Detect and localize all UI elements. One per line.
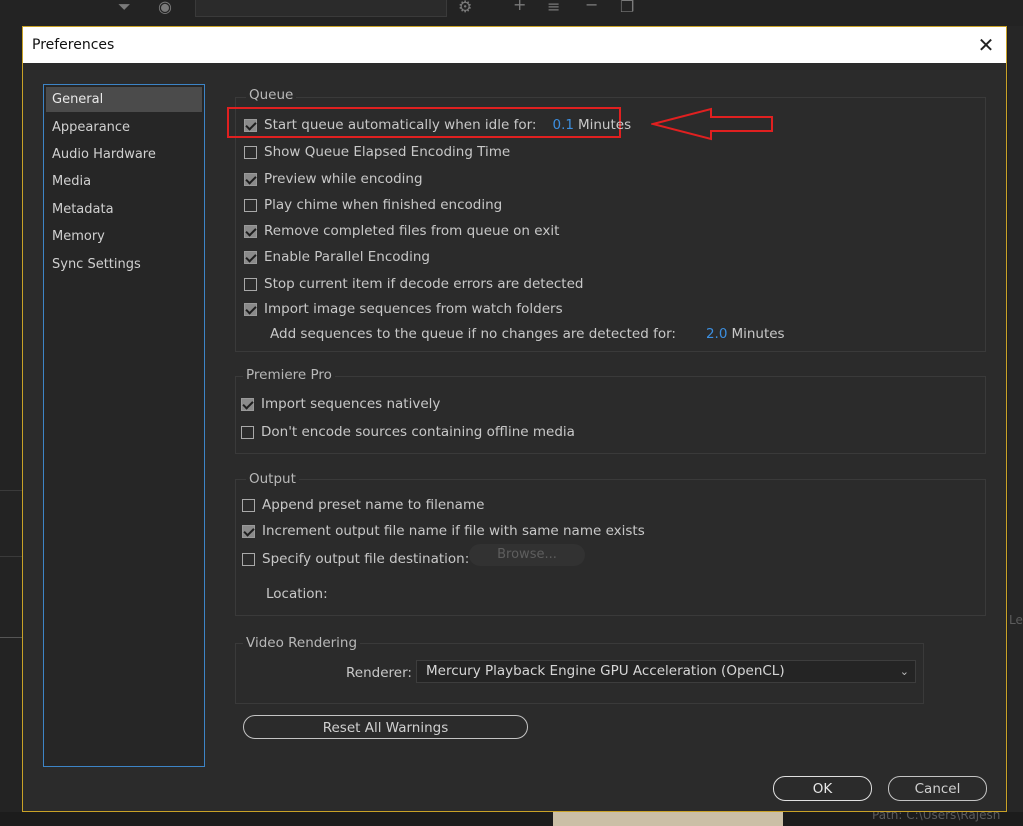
dont-encode-offline-checkbox[interactable]	[241, 425, 254, 439]
specify-destination-checkbox[interactable]	[242, 552, 255, 566]
title-bar: Preferences ✕	[23, 27, 1006, 63]
queue-group-title: Queue	[246, 87, 297, 103]
start-queue-auto-row: Start queue automatically when idle for:…	[244, 117, 631, 133]
location-label: Location:	[266, 586, 328, 602]
start-queue-auto-checkbox[interactable]	[244, 118, 257, 132]
browse-button: Browse...	[469, 544, 585, 566]
import-natively-label: Import sequences natively	[261, 396, 441, 412]
import-natively-checkbox[interactable]	[241, 397, 254, 411]
idle-minutes-value[interactable]: 0.1	[552, 117, 573, 133]
remove-completed-label: Remove completed files from queue on exi…	[264, 223, 560, 239]
parallel-encoding-label: Enable Parallel Encoding	[264, 249, 430, 265]
dont-encode-offline-label: Don't encode sources containing offline …	[261, 424, 575, 440]
preview-row: Preview while encoding	[244, 171, 423, 187]
append-preset-row: Append preset name to filename	[242, 497, 484, 513]
renderer-dropdown[interactable]: Mercury Playback Engine GPU Acceleration…	[416, 660, 916, 683]
close-icon[interactable]: ✕	[973, 32, 999, 58]
duplicate-icon: ❐	[620, 0, 635, 16]
dont-encode-offline-row: Don't encode sources containing offline …	[241, 424, 575, 440]
add-sequences-value[interactable]: 2.0	[706, 326, 727, 342]
sidebar-item-general[interactable]: General	[46, 87, 202, 112]
background-bottom-panel	[0, 812, 1023, 826]
background-left-panel	[0, 26, 22, 826]
start-queue-auto-label: Start queue automatically when idle for:	[264, 117, 537, 133]
stop-on-errors-label: Stop current item if decode errors are d…	[264, 276, 584, 292]
filter-icon: ⏷	[118, 0, 131, 16]
sidebar-item-memory[interactable]: Memory	[46, 224, 202, 249]
background-right-panel	[1008, 26, 1023, 826]
background-edge-text: Ler	[1009, 613, 1023, 627]
add-sequences-label: Add sequences to the queue if no changes…	[270, 326, 676, 342]
dialog-title: Preferences	[32, 37, 115, 53]
preview-checkbox[interactable]	[244, 172, 257, 186]
import-image-seq-label: Import image sequences from watch folder…	[264, 301, 563, 317]
preferences-sidebar: General Appearance Audio Hardware Media …	[43, 84, 205, 767]
eye-icon: ◉	[158, 0, 172, 16]
parallel-encoding-row: Enable Parallel Encoding	[244, 249, 430, 265]
divider	[0, 556, 22, 557]
chime-label: Play chime when finished encoding	[264, 197, 503, 213]
show-elapsed-label: Show Queue Elapsed Encoding Time	[264, 144, 511, 160]
add-sequences-unit: Minutes	[731, 326, 785, 342]
add-sequences-row: Add sequences to the queue if no changes…	[270, 326, 785, 342]
premiere-pro-group-title: Premiere Pro	[243, 367, 335, 383]
reset-all-warnings-button[interactable]: Reset All Warnings	[243, 715, 528, 739]
settings-icon: ⚙	[458, 0, 473, 16]
remove-completed-row: Remove completed files from queue on exi…	[244, 223, 559, 239]
parallel-encoding-checkbox[interactable]	[244, 250, 257, 264]
annotation-arrow-icon	[651, 107, 773, 141]
minus-icon: −	[585, 0, 599, 14]
increment-name-checkbox[interactable]	[242, 524, 255, 538]
divider	[0, 490, 22, 491]
sidebar-item-media[interactable]: Media	[46, 169, 202, 194]
divider	[0, 637, 22, 638]
add-icon: +	[513, 0, 527, 14]
import-natively-row: Import sequences natively	[241, 396, 440, 412]
background-toolbar	[0, 0, 1023, 26]
stop-on-errors-row: Stop current item if decode errors are d…	[244, 276, 583, 292]
preview-label: Preview while encoding	[264, 171, 423, 187]
preferences-dialog: Preferences ✕ General Appearance Audio H…	[22, 26, 1007, 812]
premiere-pro-group	[235, 376, 986, 454]
cancel-button[interactable]: Cancel	[888, 776, 987, 801]
chevron-down-icon: ⌄	[899, 665, 909, 678]
append-preset-checkbox[interactable]	[242, 498, 255, 512]
remove-completed-checkbox[interactable]	[244, 224, 257, 238]
renderer-label: Renderer:	[346, 665, 412, 681]
idle-minutes-unit: Minutes	[577, 117, 632, 133]
output-group-title: Output	[246, 471, 299, 487]
increment-name-row: Increment output file name if file with …	[242, 523, 645, 539]
import-image-seq-checkbox[interactable]	[244, 302, 257, 316]
increment-name-label: Increment output file name if file with …	[262, 523, 645, 539]
background-search-field	[195, 0, 447, 17]
background-thumbnail	[553, 812, 783, 826]
specify-destination-label: Specify output file destination:	[262, 551, 470, 567]
sidebar-item-audio-hardware[interactable]: Audio Hardware	[46, 142, 202, 167]
ok-button[interactable]: OK	[773, 776, 872, 801]
append-preset-label: Append preset name to filename	[262, 497, 485, 513]
specify-destination-row: Specify output file destination:	[242, 551, 469, 567]
sidebar-item-metadata[interactable]: Metadata	[46, 197, 202, 222]
video-rendering-group-title: Video Rendering	[243, 635, 361, 651]
show-elapsed-checkbox[interactable]	[244, 145, 257, 159]
sidebar-item-appearance[interactable]: Appearance	[46, 115, 202, 140]
chime-row: Play chime when finished encoding	[244, 197, 502, 213]
adjust-icon: ≡	[547, 0, 561, 16]
import-image-seq-row: Import image sequences from watch folder…	[244, 301, 563, 317]
stop-on-errors-checkbox[interactable]	[244, 277, 257, 291]
sidebar-item-sync-settings[interactable]: Sync Settings	[46, 252, 202, 277]
renderer-value: Mercury Playback Engine GPU Acceleration…	[426, 663, 785, 679]
show-elapsed-row: Show Queue Elapsed Encoding Time	[244, 144, 510, 160]
chime-checkbox[interactable]	[244, 198, 257, 212]
